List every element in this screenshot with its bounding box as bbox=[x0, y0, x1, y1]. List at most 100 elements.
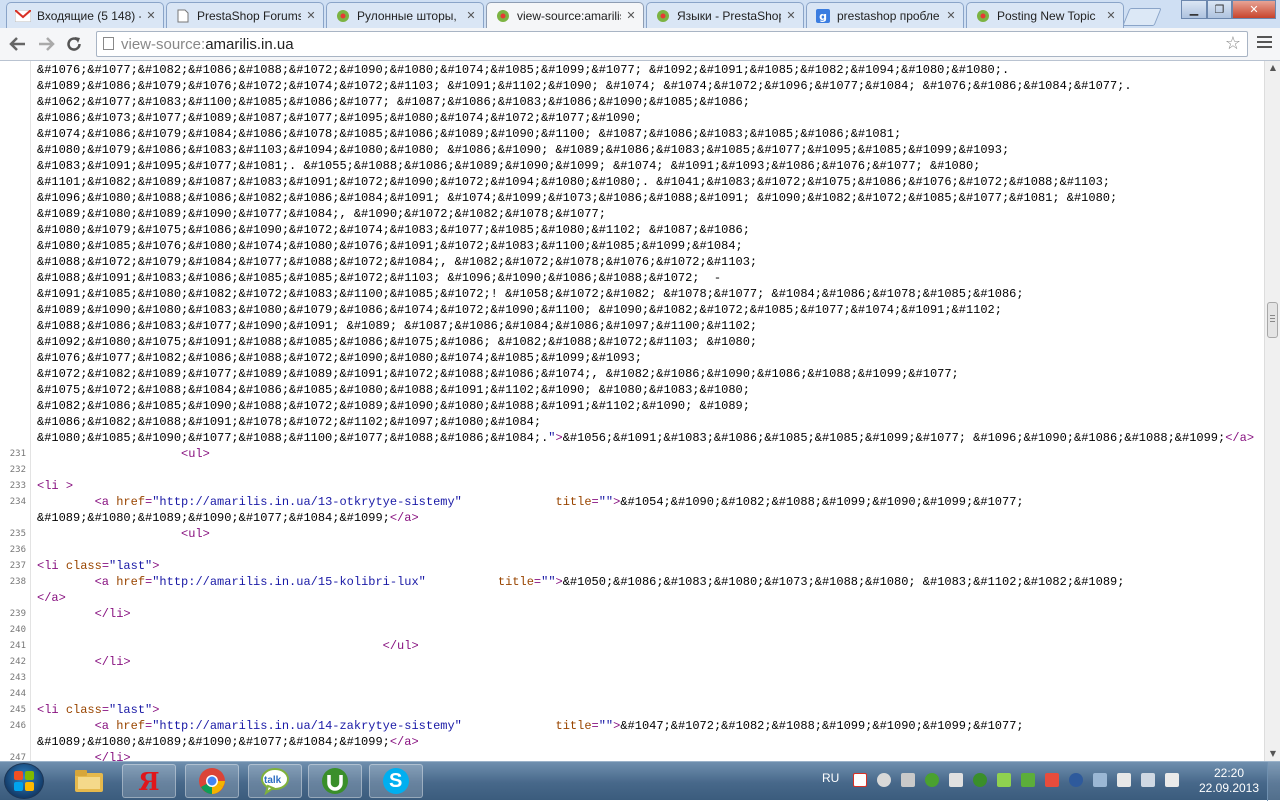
chrome-taskbar-button[interactable] bbox=[185, 764, 239, 798]
code-token: </a> bbox=[37, 591, 66, 605]
close-icon[interactable]: ✕ bbox=[465, 9, 477, 22]
utorrent-tray-icon[interactable] bbox=[973, 773, 987, 787]
monitor-tray-icon[interactable] bbox=[1093, 773, 1107, 787]
gmail-icon bbox=[15, 8, 31, 24]
code-token: <a bbox=[94, 495, 117, 509]
menu-button[interactable] bbox=[1255, 33, 1275, 53]
line-code: &#1080;&#1079;&#1086;&#1083;&#1103;&#109… bbox=[37, 143, 1009, 157]
close-icon[interactable]: ✕ bbox=[1105, 9, 1117, 22]
line-number: 247 bbox=[9, 753, 26, 761]
bookmark-star-icon[interactable]: ☆ bbox=[1225, 33, 1241, 54]
close-icon[interactable]: ✕ bbox=[785, 9, 797, 22]
scroll-down-arrow-icon[interactable]: ▼ bbox=[1265, 747, 1280, 761]
network-tray-icon[interactable] bbox=[901, 773, 915, 787]
folder-icon bbox=[75, 770, 103, 792]
info-tray-icon[interactable] bbox=[925, 773, 939, 787]
code-token: &#1089;&#1086;&#1079;&#1076;&#1072;&#107… bbox=[37, 79, 1132, 93]
code-token: &#1088;&#1072;&#1079;&#1084;&#1077;&#108… bbox=[37, 255, 758, 269]
tab-title: PrestaShop Forums bbox=[197, 8, 301, 23]
code-token: "last" bbox=[109, 559, 153, 573]
close-icon[interactable]: ✕ bbox=[945, 9, 957, 22]
code-token: &#1089;&#1090;&#1080;&#1083;&#1080;&#107… bbox=[37, 303, 1002, 317]
line-number: 240 bbox=[9, 625, 26, 635]
code-token: &#1083;&#1091;&#1095;&#1077;&#1081;. &#1… bbox=[37, 159, 981, 173]
tab-google-search[interactable]: g prestashop пробле ✕ bbox=[806, 2, 964, 28]
code-token: "http://amarilis.in.ua/15-kolibri-lux" bbox=[152, 575, 426, 589]
tab-posting-new-topic[interactable]: Posting New Topic ✕ bbox=[966, 2, 1124, 28]
code-token: &#1091;&#1085;&#1080;&#1082;&#1072;&#108… bbox=[37, 287, 1024, 301]
shop-icon bbox=[655, 8, 671, 24]
tab-gmail[interactable]: Входящие (5 148) - ✕ bbox=[6, 2, 164, 28]
page-icon bbox=[175, 8, 191, 24]
sync-tray-icon[interactable] bbox=[1021, 773, 1035, 787]
vertical-scrollbar[interactable]: ▲ ▼ bbox=[1264, 61, 1280, 761]
source-line: 235 <ul> bbox=[0, 526, 1264, 542]
scroll-up-arrow-icon[interactable]: ▲ bbox=[1265, 61, 1280, 75]
source-line: &#1080;&#1079;&#1086;&#1083;&#1103;&#109… bbox=[0, 142, 1264, 158]
line-number: 233 bbox=[9, 481, 26, 491]
code-token: <ul> bbox=[181, 527, 210, 541]
scrollbar-thumb[interactable] bbox=[1267, 302, 1278, 338]
code-token: &#1072;&#1082;&#1089;&#1077;&#1089;&#108… bbox=[37, 367, 959, 381]
forward-arrow-icon bbox=[39, 37, 55, 51]
code-token: > bbox=[152, 703, 160, 717]
forward-button[interactable] bbox=[34, 33, 58, 55]
source-view[interactable]: &#1076;&#1077;&#1082;&#1086;&#1088;&#107… bbox=[0, 61, 1264, 761]
line-number: 237 bbox=[9, 561, 26, 571]
line-number: 242 bbox=[9, 657, 26, 667]
gmail-notifier-icon[interactable] bbox=[853, 773, 867, 787]
code-token: &#1092;&#1080;&#1075;&#1091;&#1088;&#108… bbox=[37, 335, 758, 349]
line-code: &#1083;&#1091;&#1095;&#1077;&#1081;. &#1… bbox=[37, 159, 980, 173]
tab-title: view-source:amarilis bbox=[517, 8, 621, 23]
utorrent-taskbar-button[interactable] bbox=[308, 764, 362, 798]
close-window-button[interactable]: ✕ bbox=[1232, 0, 1276, 19]
system-clock[interactable]: 22:20 22.09.2013 bbox=[1196, 766, 1262, 796]
show-desktop-button[interactable] bbox=[1267, 762, 1280, 801]
network-signal-icon[interactable] bbox=[1141, 773, 1155, 787]
source-line: &#1072;&#1082;&#1089;&#1077;&#1089;&#108… bbox=[0, 366, 1264, 382]
new-tab-button[interactable] bbox=[1122, 8, 1162, 26]
gtalk-taskbar-button[interactable]: talk bbox=[248, 764, 302, 798]
tab-yazyki-prestashop[interactable]: Языки - PrestaShop ✕ bbox=[646, 2, 804, 28]
bluetooth-icon[interactable] bbox=[1069, 773, 1083, 787]
line-number: 236 bbox=[9, 545, 26, 555]
close-icon[interactable]: ✕ bbox=[145, 9, 157, 22]
line-code: &#1086;&#1082;&#1088;&#1091;&#1078;&#107… bbox=[37, 415, 541, 429]
language-indicator[interactable]: RU bbox=[822, 771, 839, 785]
explorer-taskbar-button[interactable] bbox=[62, 764, 116, 798]
volume-icon[interactable] bbox=[1165, 773, 1179, 787]
start-button[interactable] bbox=[4, 763, 44, 799]
tab-view-source[interactable]: view-source:amarilis ✕ bbox=[486, 2, 644, 28]
settings-tray-icon[interactable] bbox=[877, 773, 891, 787]
line-code: &#1076;&#1077;&#1082;&#1086;&#1088;&#107… bbox=[37, 63, 1009, 77]
source-line: &#1086;&#1082;&#1088;&#1091;&#1078;&#107… bbox=[0, 414, 1264, 430]
line-number: 239 bbox=[9, 609, 26, 619]
skype-taskbar-button[interactable]: S bbox=[369, 764, 423, 798]
update-tray-icon[interactable] bbox=[997, 773, 1011, 787]
minimize-button[interactable]: ▁ bbox=[1181, 0, 1207, 19]
line-number: 231 bbox=[9, 449, 26, 459]
action-center-flag-icon[interactable] bbox=[1117, 773, 1131, 787]
back-button[interactable] bbox=[6, 33, 30, 55]
tab-prestashop-forums[interactable]: PrestaShop Forums ✕ bbox=[166, 2, 324, 28]
tab-rulonnye-shtory[interactable]: Рулонные шторы, ✕ bbox=[326, 2, 484, 28]
restore-button[interactable]: ❐ bbox=[1207, 0, 1232, 19]
source-line: &#1096;&#1080;&#1088;&#1086;&#1082;&#108… bbox=[0, 190, 1264, 206]
page-icon bbox=[103, 37, 114, 50]
volume-mixer-tray-icon[interactable] bbox=[1045, 773, 1059, 787]
close-icon[interactable]: ✕ bbox=[625, 9, 637, 22]
app-tray-icon[interactable] bbox=[949, 773, 963, 787]
code-token: &#1056;&#1091;&#1083;&#1086;&#1085;&#108… bbox=[562, 431, 1226, 445]
close-icon[interactable]: ✕ bbox=[305, 9, 317, 22]
code-token: <a bbox=[94, 719, 117, 733]
reload-button[interactable] bbox=[62, 33, 86, 55]
source-line: 234 <a href = "http://amarilis.in.ua/13-ot… bbox=[0, 494, 1264, 510]
address-bar[interactable]: view-source:amarilis.in.ua ☆ bbox=[96, 31, 1248, 57]
tab-strip: Входящие (5 148) - ✕ PrestaShop Forums ✕… bbox=[0, 0, 1280, 28]
code-token: title bbox=[497, 575, 534, 589]
line-code: &#1096;&#1080;&#1088;&#1086;&#1082;&#108… bbox=[37, 191, 1117, 205]
clock-date: 22.09.2013 bbox=[1198, 781, 1260, 795]
yandex-taskbar-button[interactable]: Я bbox=[122, 764, 176, 798]
